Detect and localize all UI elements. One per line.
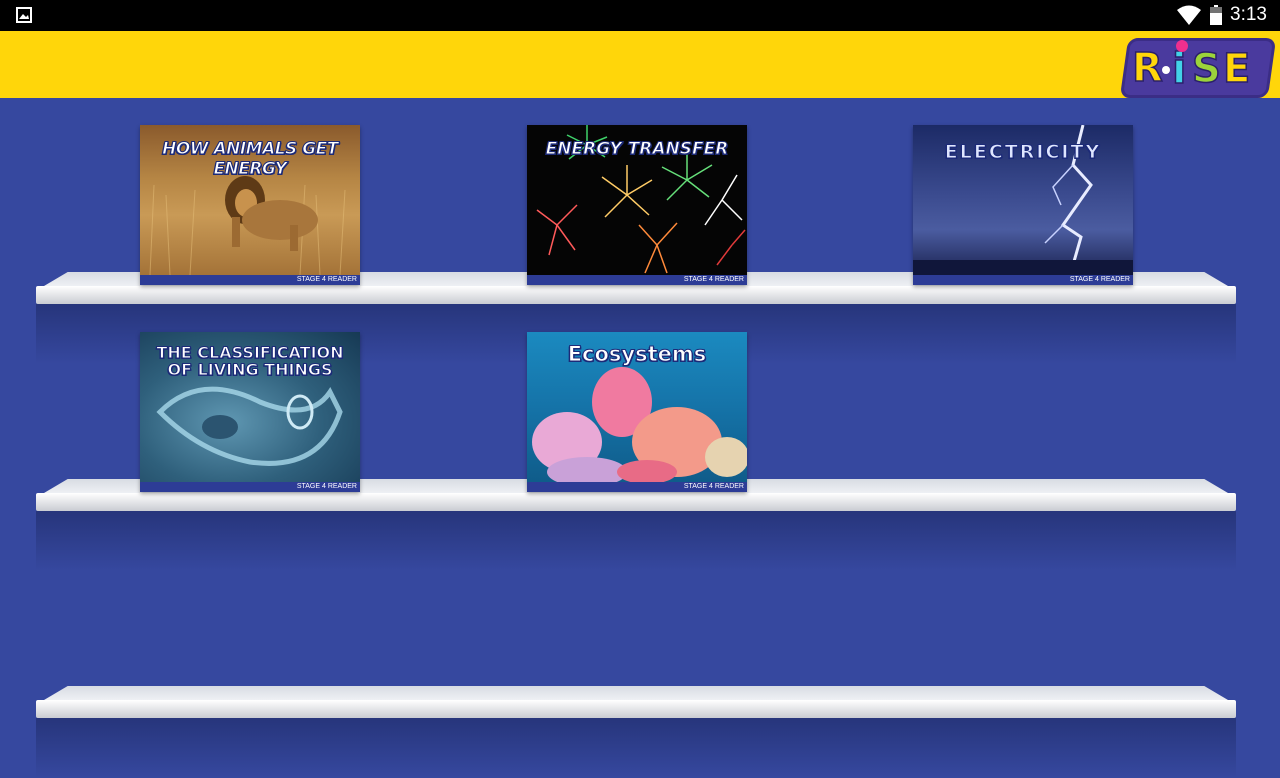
book-title: THE CLASSIFICATION OF LIVING THINGS (156, 343, 344, 379)
book-classification-of-living-things[interactable]: THE CLASSIFICATION OF LIVING THINGS STAG… (140, 332, 360, 492)
book-title: ELECTRICITY (944, 141, 1102, 164)
book-how-animals-get-energy[interactable]: HOW ANIMALS GET ENERGY STAGE 4 READER (140, 125, 360, 285)
book-title: ENERGY TRANSFER (545, 139, 729, 160)
book-ecosystems[interactable]: Ecosystems STAGE 4 READER (527, 332, 747, 492)
book-cover: ENERGY TRANSFER (527, 125, 747, 275)
stage-label: STAGE 4 READER (527, 275, 747, 285)
stage-label: STAGE 4 READER (527, 482, 747, 492)
rise-logo: R i S E (1119, 34, 1277, 98)
gallery-icon (16, 7, 32, 23)
book-cover: Ecosystems (527, 332, 747, 482)
book-title: Ecosystems (567, 342, 707, 367)
app-header (0, 31, 1280, 98)
logo-wordmark: R i S E (1131, 40, 1251, 94)
status-bar: 3:13 (0, 0, 1280, 31)
book-cover: ELECTRICITY (913, 125, 1133, 275)
svg-text:R: R (1132, 45, 1163, 91)
svg-text:E: E (1223, 46, 1250, 92)
stage-label: STAGE 4 READER (140, 482, 360, 492)
book-electricity[interactable]: ELECTRICITY STAGE 4 READER (913, 125, 1133, 285)
book-cover: HOW ANIMALS GET ENERGY (140, 125, 360, 275)
svg-text:S: S (1192, 46, 1221, 92)
battery-icon (1210, 5, 1222, 25)
book-title: HOW ANIMALS GET ENERGY (162, 139, 339, 180)
book-energy-transfer[interactable]: ENERGY TRANSFER STAGE 4 READER (527, 125, 747, 285)
status-time: 3:13 (1230, 4, 1267, 25)
stage-label: STAGE 4 READER (140, 275, 360, 285)
shelf-3 (36, 686, 1236, 778)
wifi-icon (1177, 5, 1201, 25)
stage-label: STAGE 4 READER (913, 275, 1133, 285)
book-cover: THE CLASSIFICATION OF LIVING THINGS (140, 332, 360, 482)
